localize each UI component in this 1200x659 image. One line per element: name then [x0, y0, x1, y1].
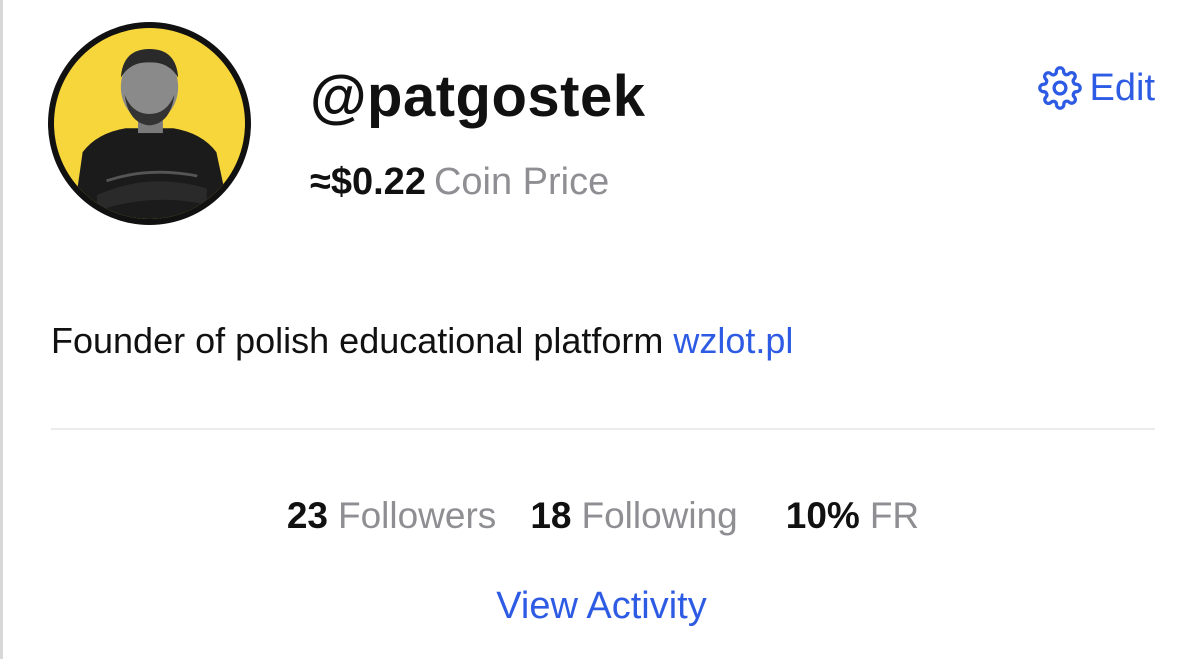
profile-stats: 23 Followers 18 Following 10% FR: [3, 492, 1200, 540]
fr-label: FR: [869, 495, 920, 536]
edit-label: Edit: [1089, 67, 1155, 109]
bio-link[interactable]: wzlot.pl: [673, 320, 793, 361]
fr-value: 10%: [785, 495, 860, 536]
coin-price-value: ≈$0.22: [310, 161, 426, 203]
gear-icon: [1037, 66, 1082, 110]
divider: [51, 428, 1155, 430]
followers-count: 23: [286, 495, 328, 536]
followers-label: Followers: [337, 495, 497, 536]
following-label: Following: [581, 495, 738, 536]
avatar[interactable]: [48, 22, 251, 225]
edit-button[interactable]: Edit: [1037, 66, 1155, 110]
bio-text: Founder of polish educational platform: [51, 320, 674, 361]
coin-price: ≈$0.22 Coin Price: [310, 158, 609, 206]
following-stat[interactable]: 18 Following: [530, 492, 737, 540]
profile-handle: @patgostek: [310, 64, 646, 129]
followers-stat[interactable]: 23 Followers: [287, 492, 496, 540]
avatar-image: [54, 28, 245, 219]
profile-bio: Founder of polish educational platform w…: [51, 318, 793, 364]
profile-page: @patgostek ≈$0.22 Coin Price Edit Founder…: [0, 0, 1200, 659]
fr-stat[interactable]: 10% FR: [786, 492, 919, 540]
view-activity-link[interactable]: View Activity: [3, 582, 1200, 630]
following-count: 18: [530, 495, 572, 536]
coin-price-label: Coin Price: [433, 161, 610, 203]
